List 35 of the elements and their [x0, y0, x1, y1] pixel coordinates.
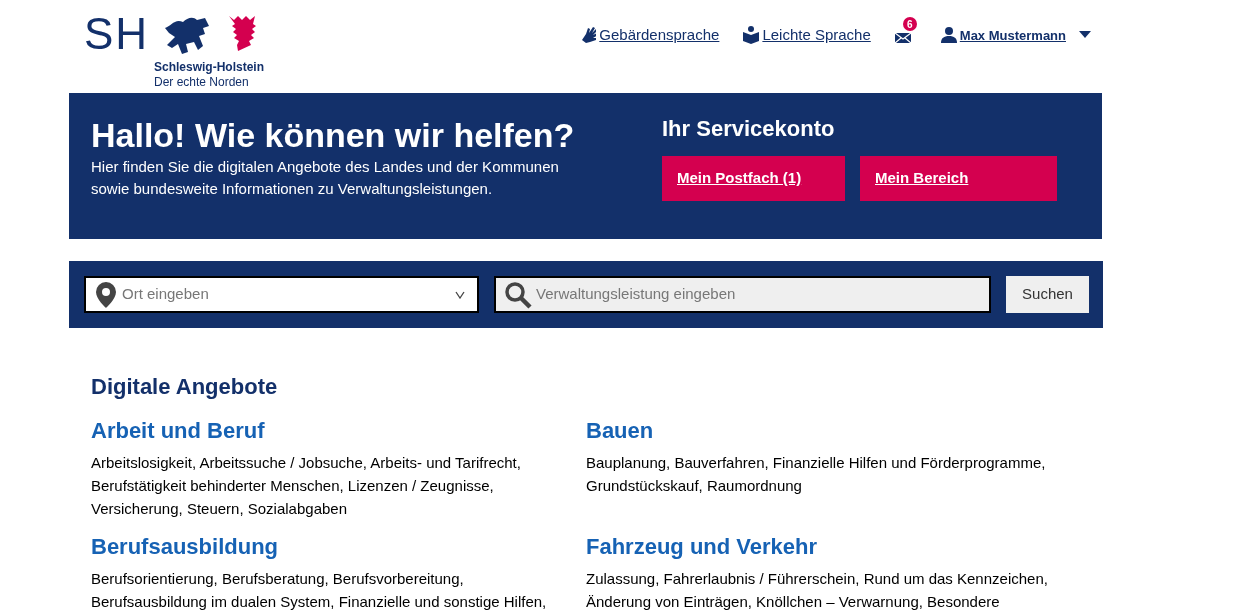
section-title: Digitale Angebote: [91, 373, 279, 401]
category-link[interactable]: Berufsausbildung: [91, 533, 586, 561]
search-icon: [504, 280, 532, 309]
nettle-leaf-icon: [227, 14, 258, 54]
category-link[interactable]: Arbeit und Beruf: [91, 417, 586, 445]
account-button[interactable]: Mein Bereich: [860, 156, 1057, 201]
category-description: Arbeitslosigkeit, Arbeitssuche / Jobsuche, Arbeits- und Tarifrecht, Berufstätigkeit behinderter Menschen, Lizenzen / Zeugnisse, Versicherung, Steuern, Sozialabgaben: [91, 453, 522, 519]
map-pin-icon: [96, 281, 116, 308]
user-icon: [940, 26, 957, 45]
category-description: Zulassung, Fahrerlaubnis / Führerschein, Rund um das Kennzeichen, Änderung von Einträgen, Knöllchen – Verwarnung, Besondere: [586, 569, 1049, 612]
caret-icon[interactable]: [1079, 31, 1091, 40]
logo-title: Schleswig-Holstein: [154, 60, 265, 75]
service-search-field[interactable]: Verwaltungsleistung eingeben: [494, 276, 991, 313]
chevron-down-icon: [455, 290, 465, 299]
category-description: Berufsorientierung, Berufsberatung, Berufsvorbereitung, Berufsausbildung im dualen System, Finanzielle und sonstige Hilfen,: [91, 569, 548, 612]
location-input[interactable]: Ort eingeben: [122, 283, 449, 306]
header-link[interactable]: Leichte Sprache: [762, 24, 871, 47]
category-description: Bauplanung, Bauverfahren, Finanzielle Hilfen und Förderprogramme, Grundstückskauf, Raumordnung: [586, 453, 1047, 496]
category-link[interactable]: Bauen: [586, 417, 1081, 445]
book-reader-icon: [743, 26, 760, 45]
search-button[interactable]: Suchen: [1006, 276, 1089, 313]
user-menu-link[interactable]: Max Mustermann: [959, 25, 1070, 45]
service-search-input[interactable]: Verwaltungsleistung eingeben: [536, 283, 989, 306]
header-link[interactable]: Gebärdensprache: [599, 24, 720, 47]
hero-title: Hallo! Wie können wir helfen?: [91, 115, 576, 155]
hand-icon: [580, 26, 597, 45]
logo-slogan: Der echte Norden: [154, 75, 250, 90]
logo-letters: SH: [84, 12, 150, 56]
notification-badge: 6: [902, 17, 917, 32]
account-title: Ihr Servicekonto: [662, 115, 836, 143]
hero-text: Hier finden Sie die digitalen Angebote des Landes und der Kommunen sowie bundesweite Informationen zu Verwaltungsleistungen.: [91, 157, 560, 199]
mail-link[interactable]: 6: [894, 17, 917, 46]
category-link[interactable]: Fahrzeug und Verkehr: [586, 533, 1081, 561]
account-button[interactable]: Mein Postfach (1): [662, 156, 845, 201]
location-field[interactable]: Ort eingeben: [84, 276, 479, 313]
